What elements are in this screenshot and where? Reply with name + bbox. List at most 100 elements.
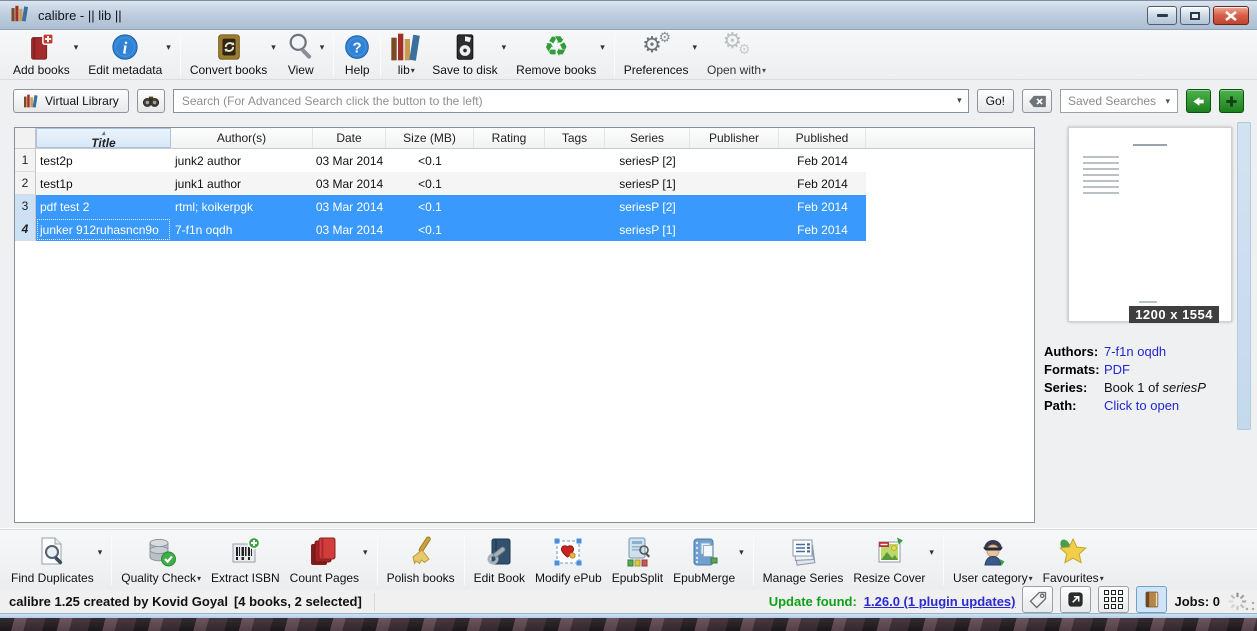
table-row[interactable]: 1 test2p junk2 author 03 Mar 2014 <0.1 s… <box>15 149 1034 172</box>
virtual-library-button[interactable]: Virtual Library <box>13 89 129 113</box>
saved-searches-dropdown[interactable]: Saved Searches ▾ <box>1060 89 1178 113</box>
cell-title[interactable]: test2p <box>36 149 171 172</box>
column-header-publisher[interactable]: Publisher <box>690 128 779 148</box>
help-button[interactable]: ? Help <box>338 31 376 79</box>
add-books-button[interactable]: Add books ▾ <box>8 31 83 79</box>
cell-publisher[interactable] <box>690 172 779 195</box>
cell-publisher[interactable] <box>690 149 779 172</box>
row-number[interactable]: 1 <box>15 149 36 172</box>
row-number[interactable]: 4 <box>15 218 36 241</box>
details-scrollbar[interactable] <box>1237 122 1251 430</box>
dropdown-arrow-icon[interactable]: ▾ <box>1100 574 1104 583</box>
cell-size[interactable]: <0.1 <box>386 149 474 172</box>
column-header-authors[interactable]: Author(s) <box>171 128 313 148</box>
cell-publisher[interactable] <box>690 195 779 218</box>
cell-date[interactable]: 03 Mar 2014 <box>313 218 386 241</box>
clear-search-button[interactable] <box>1022 89 1052 113</box>
close-button[interactable] <box>1213 6 1249 25</box>
dropdown-arrow-icon[interactable]: ▾ <box>739 547 744 558</box>
cell-title[interactable]: pdf test 2 <box>36 195 171 218</box>
cell-authors[interactable]: rtml; koikerpgk <box>171 195 313 218</box>
cell-rating[interactable] <box>474 218 545 241</box>
save-search-button[interactable] <box>1219 89 1244 113</box>
column-header-rating[interactable]: Rating <box>474 128 545 148</box>
edit-metadata-button[interactable]: i Edit metadata ▾ <box>83 31 176 79</box>
cell-published[interactable]: Feb 2014 <box>779 218 866 241</box>
cell-title[interactable]: test1p <box>36 172 171 195</box>
column-header-date[interactable]: Date <box>313 128 386 148</box>
dropdown-arrow-icon[interactable]: ▾ <box>692 42 697 53</box>
count-pages-button[interactable]: Count Pages ▾ <box>285 531 373 589</box>
modify-epub-button[interactable]: Modify ePub <box>530 531 607 589</box>
authors-link[interactable]: 7-f1n oqdh <box>1104 343 1166 361</box>
dropdown-arrow-icon[interactable]: ▾ <box>600 42 605 53</box>
cell-authors[interactable]: junk2 author <box>171 149 313 172</box>
manage-series-button[interactable]: Manage Series <box>758 531 849 589</box>
dropdown-arrow-icon[interactable]: ▾ <box>197 574 201 583</box>
grid-view-toggle-button[interactable] <box>1098 586 1130 613</box>
dropdown-arrow-icon[interactable]: ▾ <box>166 42 171 53</box>
polish-books-button[interactable]: Polish books <box>382 531 460 589</box>
copy-search-button[interactable] <box>1186 89 1211 113</box>
book-cover-preview[interactable]: 1200 x 1554 <box>1068 127 1232 323</box>
search-input[interactable] <box>172 89 969 113</box>
minimize-button[interactable] <box>1147 6 1177 25</box>
remove-books-button[interactable]: ♻ Remove books ▾ <box>511 31 610 79</box>
quality-check-button[interactable]: Quality Check ▾ <box>116 531 206 589</box>
cell-rating[interactable] <box>474 172 545 195</box>
cell-publisher[interactable] <box>690 218 779 241</box>
cell-series[interactable]: seriesP [1] <box>605 218 690 241</box>
column-header-series[interactable]: Series <box>605 128 690 148</box>
cover-browser-toggle-button[interactable] <box>1060 586 1092 613</box>
column-header-size[interactable]: Size (MB) <box>386 128 474 148</box>
cell-series[interactable]: seriesP [1] <box>605 172 690 195</box>
cell-tags[interactable] <box>545 172 605 195</box>
titlebar[interactable]: calibre - || lib || <box>0 0 1257 30</box>
go-button[interactable]: Go! <box>976 89 1014 113</box>
dropdown-arrow-icon[interactable]: ▾ <box>271 42 276 53</box>
cell-date[interactable]: 03 Mar 2014 <box>313 195 386 218</box>
jobs-label[interactable]: Jobs: 0 <box>1174 594 1220 609</box>
dropdown-arrow-icon[interactable]: ▾ <box>363 547 368 558</box>
book-details-toggle-button[interactable] <box>1136 586 1168 613</box>
view-button[interactable]: View ▾ <box>281 31 330 79</box>
cell-size[interactable]: <0.1 <box>386 195 474 218</box>
cell-authors[interactable]: junk1 author <box>171 172 313 195</box>
table-row-current[interactable]: 4 junker 912ruhasncn9o 7-f1n oqdh 03 Mar… <box>15 218 1034 241</box>
column-header-title[interactable]: ▴ Title <box>36 128 171 148</box>
extract-isbn-button[interactable]: Extract ISBN <box>206 531 285 589</box>
save-to-disk-button[interactable]: Save to disk ▾ <box>427 31 511 79</box>
cell-title[interactable]: junker 912ruhasncn9o <box>36 218 171 241</box>
cell-date[interactable]: 03 Mar 2014 <box>313 172 386 195</box>
header-corner-cell[interactable] <box>15 128 36 148</box>
cell-tags[interactable] <box>545 149 605 172</box>
cell-published[interactable]: Feb 2014 <box>779 172 866 195</box>
epubsplit-button[interactable]: EpubSplit <box>607 531 668 589</box>
dropdown-arrow-icon[interactable]: ▾ <box>320 42 325 53</box>
maximize-button[interactable] <box>1180 6 1210 25</box>
find-duplicates-button[interactable]: Find Duplicates ▾ <box>6 531 107 589</box>
cell-rating[interactable] <box>474 195 545 218</box>
edit-book-button[interactable]: Edit Book <box>469 531 530 589</box>
cell-size[interactable]: <0.1 <box>386 218 474 241</box>
update-link[interactable]: 1.26.0 (1 plugin updates) <box>864 594 1016 609</box>
open-with-button[interactable]: ⚙ ⚙ Open with ▾ <box>702 30 771 79</box>
row-number[interactable]: 3 <box>15 195 36 218</box>
column-header-published[interactable]: Published <box>779 128 866 148</box>
cell-published[interactable]: Feb 2014 <box>779 195 866 218</box>
advanced-search-button[interactable] <box>136 89 165 113</box>
search-history-arrow-icon[interactable]: ▾ <box>957 95 962 106</box>
cell-tags[interactable] <box>545 218 605 241</box>
dropdown-arrow-icon[interactable]: ▾ <box>74 42 79 53</box>
cell-tags[interactable] <box>545 195 605 218</box>
convert-books-button[interactable]: Convert books ▾ <box>185 31 281 79</box>
cell-size[interactable]: <0.1 <box>386 172 474 195</box>
row-number[interactable]: 2 <box>15 172 36 195</box>
cell-published[interactable]: Feb 2014 <box>779 149 866 172</box>
path-link[interactable]: Click to open <box>1104 397 1179 415</box>
dropdown-arrow-icon[interactable]: ▾ <box>929 547 934 558</box>
dropdown-arrow-icon[interactable]: ▾ <box>762 66 766 75</box>
dropdown-arrow-icon[interactable]: ▾ <box>98 547 103 558</box>
cell-authors[interactable]: 7-f1n oqdh <box>171 218 313 241</box>
formats-link[interactable]: PDF <box>1104 361 1130 379</box>
